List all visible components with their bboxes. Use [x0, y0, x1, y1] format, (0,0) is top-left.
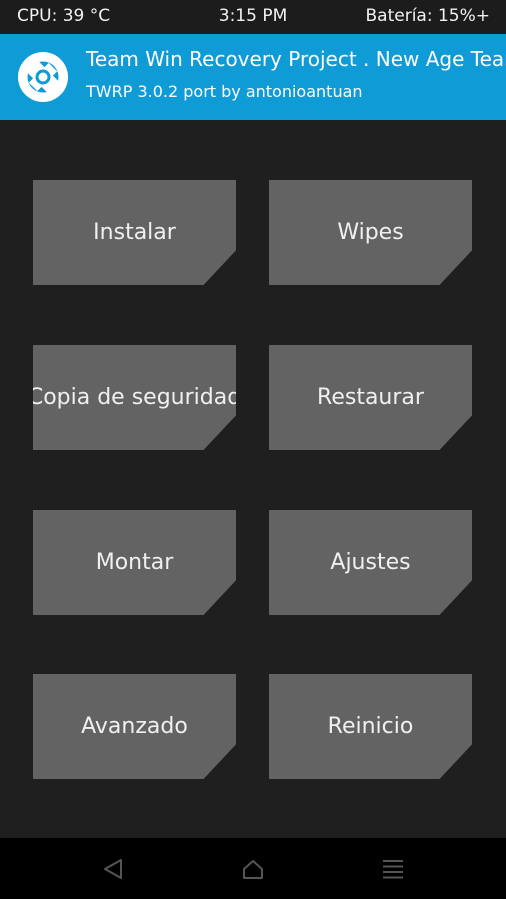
install-button[interactable]: Instalar	[33, 180, 236, 285]
reboot-button[interactable]: Reinicio	[269, 674, 472, 779]
menu-lines-icon	[383, 860, 403, 879]
advanced-button[interactable]: Avanzado	[33, 674, 236, 779]
header-title: Team Win Recovery Project . New Age Team	[86, 47, 506, 71]
restore-button-label: Restaurar	[317, 385, 424, 410]
restore-button[interactable]: Restaurar	[269, 345, 472, 450]
install-button-label: Instalar	[93, 220, 176, 245]
settings-button[interactable]: Ajustes	[269, 510, 472, 615]
twrp-logo-icon	[16, 50, 70, 104]
header: Team Win Recovery Project . New Age Team…	[0, 34, 506, 120]
header-subtitle: TWRP 3.0.2 port by antonioantuan	[86, 82, 363, 101]
wipes-button[interactable]: Wipes	[269, 180, 472, 285]
back-button[interactable]	[96, 852, 130, 886]
mount-button[interactable]: Montar	[33, 510, 236, 615]
advanced-button-label: Avanzado	[81, 714, 188, 739]
backup-button-label: Copia de seguridad	[27, 385, 242, 410]
home-button[interactable]	[236, 852, 270, 886]
settings-button-label: Ajustes	[330, 550, 411, 575]
battery-status: Batería: 15%+	[365, 6, 491, 26]
wipes-button-label: Wipes	[337, 220, 404, 245]
reboot-button-label: Reinicio	[327, 714, 414, 739]
status-bar: CPU: 39 °C 3:15 PM Batería: 15%+	[0, 0, 506, 34]
backup-button[interactable]: Copia de seguridad	[33, 345, 236, 450]
back-triangle-icon	[104, 859, 122, 879]
navigation-bar	[0, 838, 506, 899]
menu-button[interactable]	[376, 852, 410, 886]
home-icon	[243, 860, 263, 879]
mount-button-label: Montar	[95, 550, 174, 575]
